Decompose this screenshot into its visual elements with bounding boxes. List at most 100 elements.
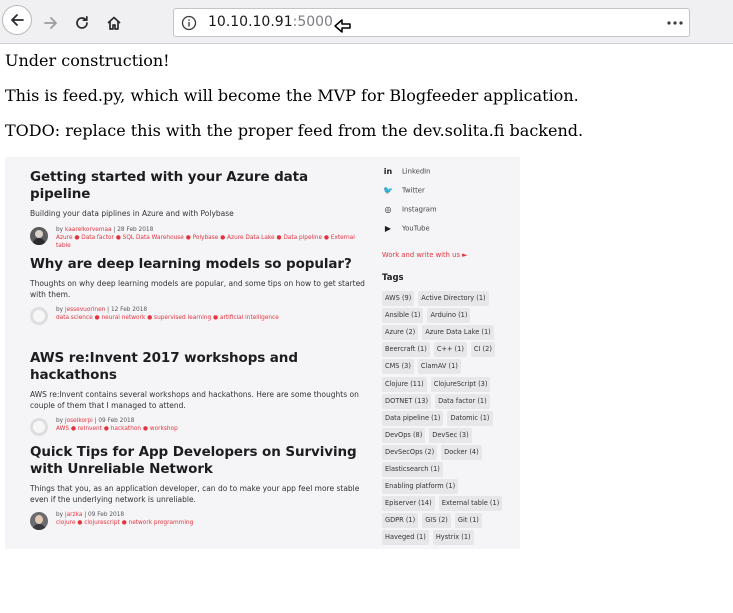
tag-chip: Hystrix (1) xyxy=(432,530,474,546)
url-port: :5000 xyxy=(292,14,333,30)
post-meta: by jarzka | 09 Feb 2018 clojure ● clojur… xyxy=(30,511,365,531)
tag-row: DOTNET (13) Data factor (1) xyxy=(382,393,490,409)
arrow-left-icon xyxy=(11,14,24,26)
tag-chip: CI (2) xyxy=(470,342,495,358)
social-link-instagram: ◎ Instagram xyxy=(382,205,437,219)
blog-screenshot-image: Getting started with your Azure data pip… xyxy=(5,157,520,549)
tag-chip: Datomic (1) xyxy=(447,410,493,426)
youtube-icon: ▶ xyxy=(384,224,392,233)
blog-post: AWS re:Invent 2017 workshops and hackath… xyxy=(30,350,365,437)
tag-row: CMS (3) ClamAV (1) xyxy=(382,359,461,375)
back-button[interactable] xyxy=(2,5,32,35)
post-tags: AWS ● reInvent ● hackathon ● workshop xyxy=(56,426,178,432)
linkedin-icon: in xyxy=(383,167,393,176)
tag-chip: C++ (1) xyxy=(433,342,467,358)
tag-row: Enabling platform (1) xyxy=(382,479,459,495)
post-tags: Azure ● Data factor ● SQL Data Warehouse… xyxy=(56,234,355,249)
avatar xyxy=(30,307,48,325)
post-title: AWS re:Invent 2017 workshops and hackath… xyxy=(30,350,298,383)
post-author: jessevuorinen xyxy=(64,307,106,313)
post-title: Getting started with your Azure data pip… xyxy=(30,169,309,202)
tag-chip: Git (1) xyxy=(454,513,482,529)
tag-row: AWS (9) Active Directory (1) xyxy=(382,291,489,306)
page-todo-line: TODO: replace this with the proper feed … xyxy=(5,121,584,140)
avatar xyxy=(30,418,48,436)
tag-row: Ansible (1) Arduino (1) xyxy=(382,308,471,324)
reload-button[interactable] xyxy=(67,8,97,38)
tag-row: Azure (2) Azure Data Lake (1) xyxy=(382,325,494,341)
work-with-us-link: Work and write with us ► xyxy=(382,251,468,259)
social-label: Instagram xyxy=(402,205,437,214)
post-byline: by joselkorpi | 09 Feb 2018 xyxy=(56,418,135,424)
social-label: YouTube xyxy=(402,224,430,233)
post-author: jarzka xyxy=(64,512,83,518)
tag-chip: Beercraft (1) xyxy=(382,342,430,358)
post-tags: data science ● neural network ● supervis… xyxy=(56,315,279,321)
social-link-youtube: ▶ YouTube xyxy=(382,224,430,238)
arrow-right-icon xyxy=(44,17,57,29)
post-meta: by jessevuorinen | 12 Feb 2018 data scie… xyxy=(30,306,365,326)
by-prefix: by xyxy=(56,307,64,313)
tag-chip: Enabling platform (1) xyxy=(382,479,459,495)
reload-icon xyxy=(76,15,88,29)
post-author: joselkorpi xyxy=(64,418,93,424)
home-icon xyxy=(107,16,121,30)
tag-row: DevOps (8) DevSec (3) xyxy=(382,427,472,443)
blog-post: Getting started with your Azure data pip… xyxy=(30,169,365,250)
page-heading-line: Under construction! xyxy=(5,51,170,70)
tag-chip: Docker (4) xyxy=(441,444,482,460)
twitter-icon: 🐦 xyxy=(383,186,393,195)
tag-chip: Data pipeline (1) xyxy=(382,410,444,426)
post-excerpt: Things that you, as an application devel… xyxy=(30,484,360,504)
tags-heading: Tags xyxy=(382,273,404,283)
mouse-cursor-icon xyxy=(334,19,351,33)
home-button[interactable] xyxy=(99,8,129,38)
tag-chip: External table (1) xyxy=(438,496,503,512)
tag-row: Haveged (1) Hystrix (1) xyxy=(382,530,474,546)
post-title: Why are deep learning models so popular? xyxy=(30,256,352,272)
by-prefix: by xyxy=(56,512,64,518)
post-meta: by joselkorpi | 09 Feb 2018 AWS ● reInve… xyxy=(30,417,365,437)
post-excerpt: AWS re:Invent contains several workshops… xyxy=(30,390,359,410)
tag-row: DevSecOps (2) Docker (4) xyxy=(382,444,482,460)
post-byline: by jessevuorinen | 12 Feb 2018 xyxy=(56,307,148,313)
info-icon[interactable] xyxy=(181,15,197,31)
tag-row: Elasticsearch (1) xyxy=(382,462,443,477)
tag-chip: Episerver (14) xyxy=(382,496,435,512)
tag-chip: DOTNET (13) xyxy=(382,393,432,409)
forward-button[interactable] xyxy=(36,8,66,38)
tag-chip: Azure Data Lake (1) xyxy=(422,325,494,341)
tag-row: Data pipeline (1) Datomic (1) xyxy=(382,410,493,426)
address-bar[interactable]: 10.10.10.91:5000 xyxy=(173,8,690,37)
tag-chip: DevOps (8) xyxy=(382,427,426,443)
tag-chip: Azure (2) xyxy=(382,325,419,341)
post-byline: by jarzka | 09 Feb 2018 xyxy=(56,512,125,518)
blog-sidebar: in LinkedIn 🐦 Twitter ◎ Instagram ▶ YouTube … xyxy=(382,157,520,549)
page-actions-icon[interactable] xyxy=(667,21,683,25)
post-date: 09 Feb 2018 xyxy=(88,512,125,518)
url-text[interactable]: 10.10.10.91:5000 xyxy=(208,14,333,30)
by-prefix: by xyxy=(56,226,64,233)
browser-toolbar: 10.10.10.91:5000 xyxy=(0,0,733,44)
tag-chip: Haveged (1) xyxy=(382,530,429,546)
url-host: 10.10.10.91 xyxy=(208,14,293,30)
tag-chip: Ansible (1) xyxy=(382,308,424,324)
tag-row: Episerver (14) External table (1) xyxy=(382,496,503,512)
tag-chip: GIS (2) xyxy=(422,513,451,529)
social-link-twitter: 🐦 Twitter xyxy=(382,186,425,200)
tag-chip: Data factor (1) xyxy=(435,393,490,409)
social-link-linkedin: in LinkedIn xyxy=(382,167,431,181)
blog-post: Why are deep learning models so popular?… xyxy=(30,256,365,326)
tag-chip: Elasticsearch (1) xyxy=(382,462,443,477)
avatar xyxy=(30,226,48,245)
post-excerpt: Thoughts on why deep learning models are… xyxy=(30,279,365,299)
tag-chip: ClamAV (1) xyxy=(417,359,461,375)
post-author: kaarelkorvemaa xyxy=(64,226,112,233)
post-excerpt: Building your data piplines in Azure and… xyxy=(30,209,234,218)
tag-chip: CMS (3) xyxy=(382,359,414,375)
social-label: Twitter xyxy=(402,186,425,195)
post-byline: by kaarelkorvemaa | 28 Feb 2018 xyxy=(56,226,154,233)
post-title: Quick Tips for App Developers on Survivi… xyxy=(30,444,357,477)
tag-chip: DevSec (3) xyxy=(429,427,472,443)
tag-chip: Active Directory (1) xyxy=(418,291,489,306)
